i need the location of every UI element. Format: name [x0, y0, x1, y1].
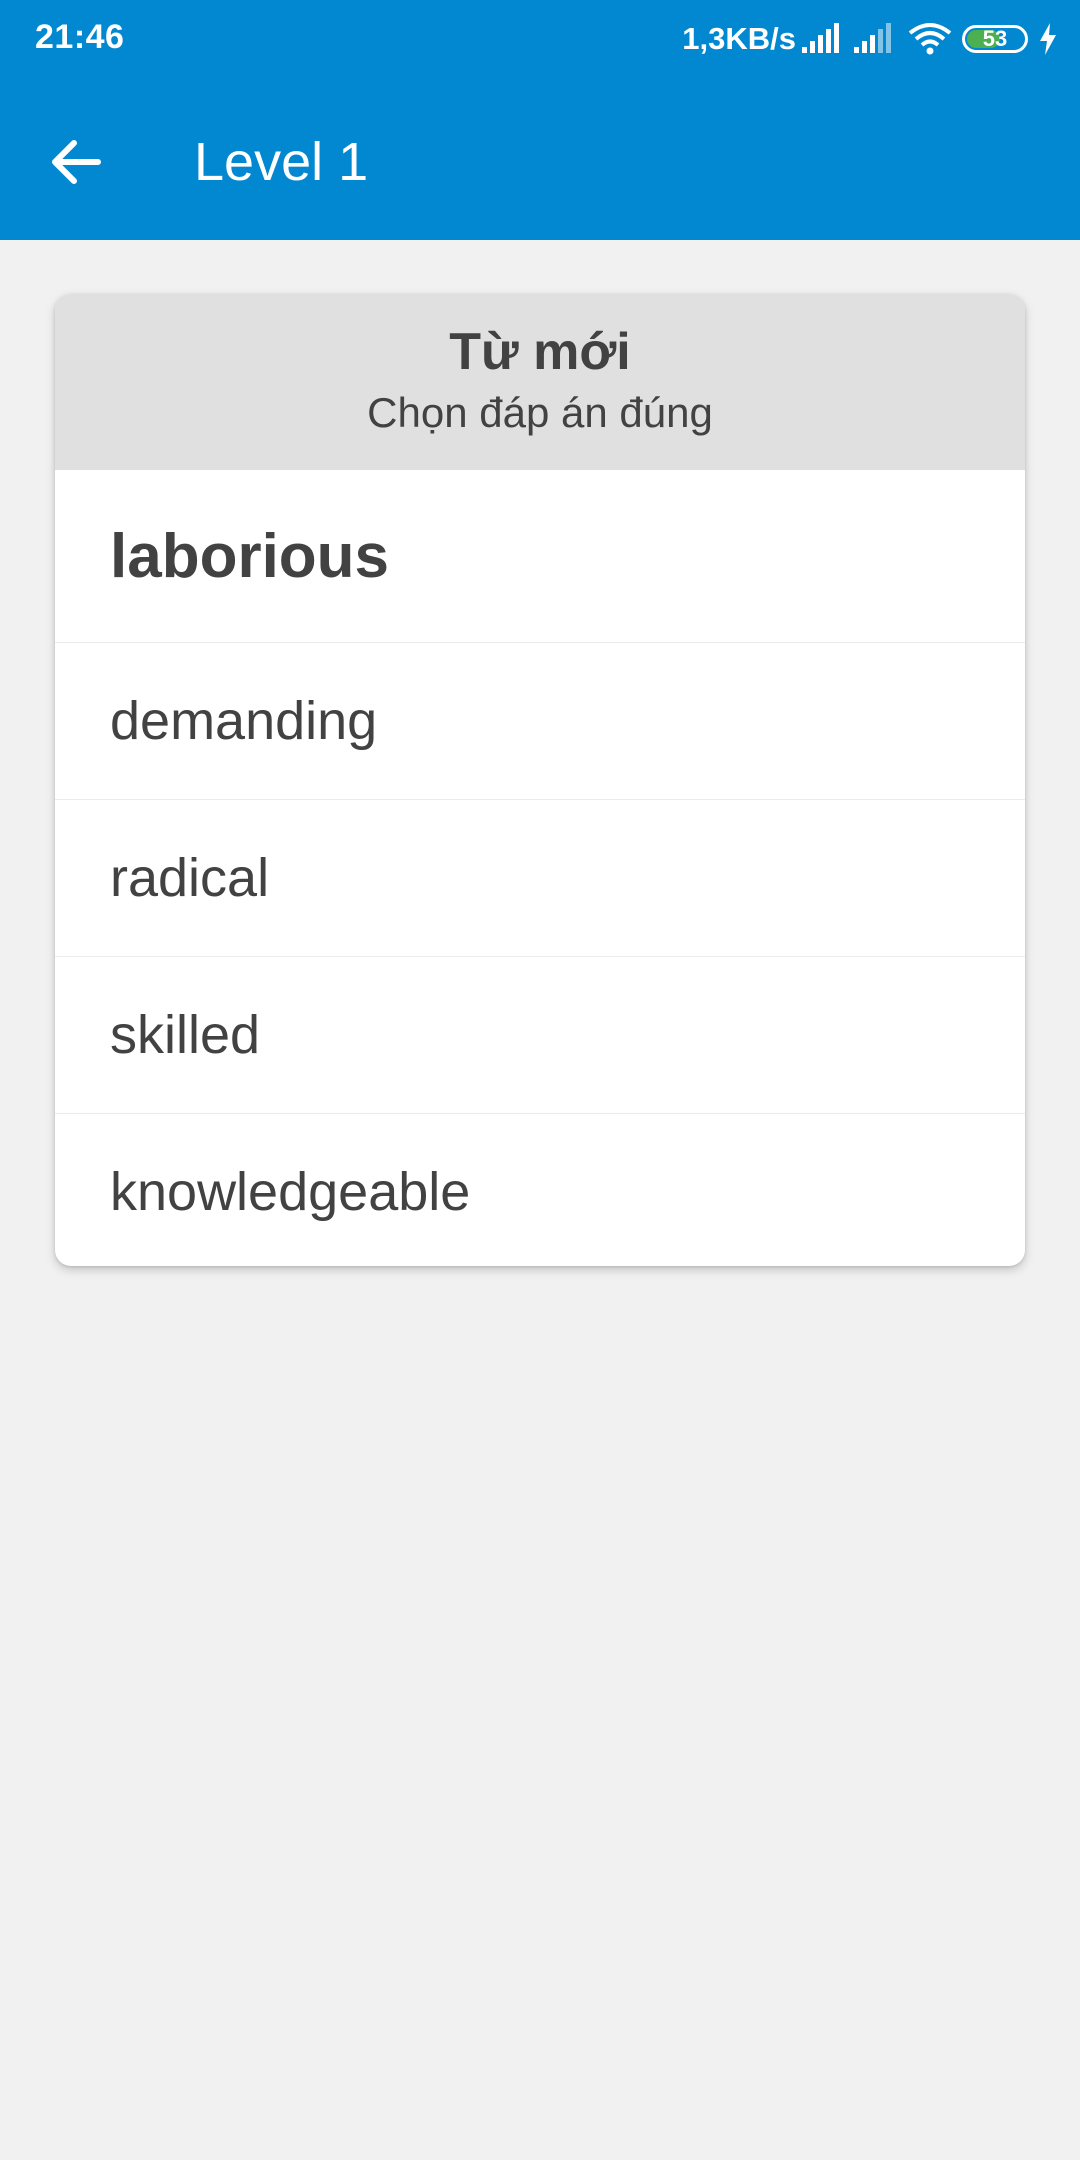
- question-word: laborious: [55, 470, 1025, 643]
- answer-option-knowledgeable[interactable]: knowledgeable: [55, 1114, 1025, 1266]
- quiz-card: Từ mới Chọn đáp án đúng laborious demand…: [55, 294, 1025, 1266]
- battery-icon: 53: [962, 25, 1028, 53]
- arrow-left-icon: [50, 138, 102, 191]
- signal-icon: [800, 23, 842, 55]
- answer-option-radical[interactable]: radical: [55, 800, 1025, 957]
- app-bar: 21:46 1,3KB/s 53 Level 1: [0, 0, 1080, 240]
- status-indicators: 1,3KB/s 53: [682, 16, 1058, 62]
- status-time: 21:46: [35, 18, 125, 56]
- battery-level: 53: [982, 26, 1008, 51]
- card-title: Từ mới: [449, 323, 631, 381]
- back-button[interactable]: [38, 126, 114, 202]
- answer-option-skilled[interactable]: skilled: [55, 957, 1025, 1114]
- status-bar: 21:46 1,3KB/s 53: [0, 0, 1080, 76]
- answer-option-demanding[interactable]: demanding: [55, 643, 1025, 800]
- charging-icon: [1038, 23, 1058, 55]
- page-title: Level 1: [194, 132, 369, 192]
- wifi-icon: [908, 22, 952, 56]
- signal-icon: [852, 23, 894, 55]
- card-header: Từ mới Chọn đáp án đúng: [55, 294, 1025, 470]
- network-speed: 1,3KB/s: [682, 21, 796, 56]
- toolbar: Level 1: [0, 76, 1080, 240]
- card-subtitle: Chọn đáp án đúng: [367, 389, 713, 436]
